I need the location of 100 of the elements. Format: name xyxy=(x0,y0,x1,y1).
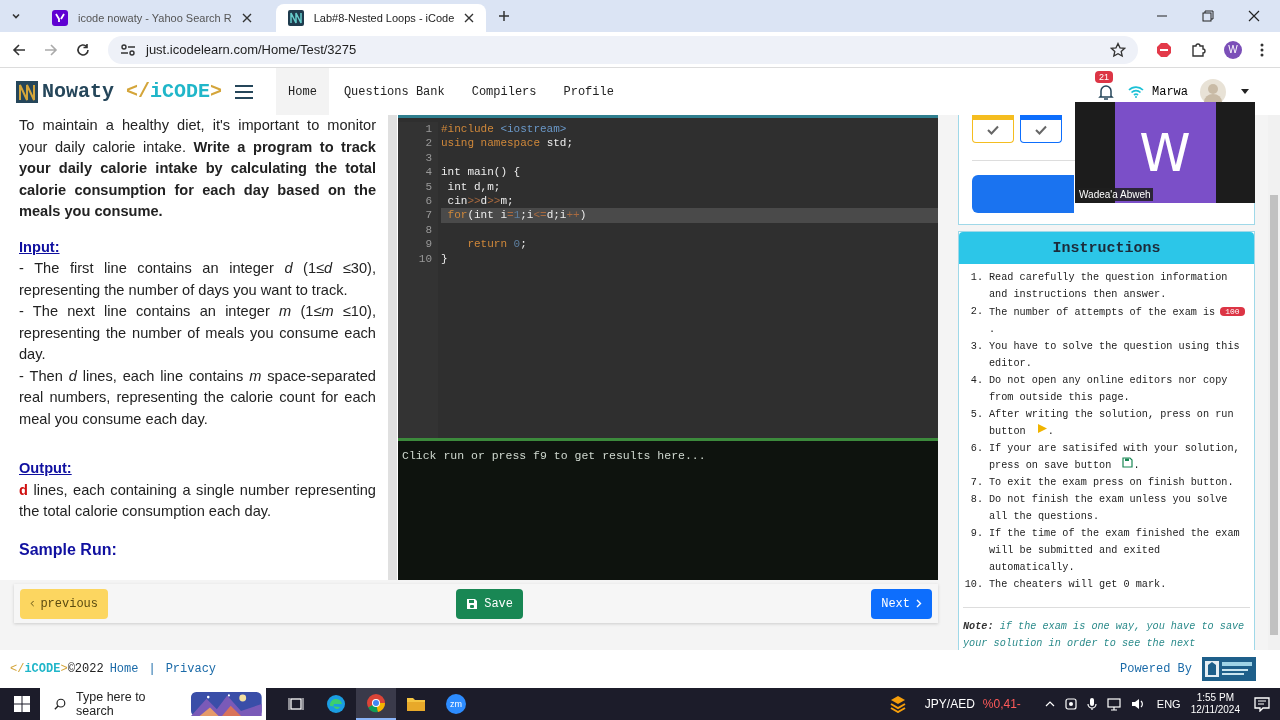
search-icon xyxy=(54,697,67,711)
line-number: 4 xyxy=(424,165,432,180)
list-number: 8. xyxy=(969,493,983,507)
line-number: 9 xyxy=(424,237,432,252)
instruction-text: . xyxy=(989,324,996,335)
chevron-up-icon[interactable] xyxy=(1044,701,1055,707)
speaker-icon[interactable] xyxy=(1130,697,1145,711)
check-icon xyxy=(987,125,999,135)
footer-link[interactable]: Privacy xyxy=(165,662,217,676)
question-text: - Then d lines, each line contains m space-separated real numbers, representing the calorie count for each meal you consume each day. xyxy=(19,366,376,429)
list-number: 10. xyxy=(963,578,983,592)
line-number: 2 xyxy=(424,136,432,151)
instruction-text: If your are satisifed with your solution, xyxy=(989,443,1240,454)
menu-icon[interactable] xyxy=(1260,42,1264,57)
section-heading: Output: xyxy=(19,459,72,478)
instruction-text: press on save button xyxy=(989,460,1112,471)
folder-icon xyxy=(406,696,426,712)
section-heading: Input: xyxy=(19,237,60,257)
extensions-icon[interactable] xyxy=(1190,41,1206,58)
restore-icon[interactable] xyxy=(1202,10,1214,22)
footer-copyright: </iCODE>©2022 xyxy=(10,662,104,676)
attempts-badge: 100 xyxy=(1220,307,1245,316)
nav-link[interactable]: Questions Bank xyxy=(331,68,457,115)
back-icon[interactable] xyxy=(12,42,26,57)
previous-button[interactable]: previous xyxy=(20,588,108,619)
footer-link[interactable]: Home xyxy=(109,662,139,676)
caret-icon[interactable] xyxy=(1240,88,1250,95)
avatar[interactable] xyxy=(1200,78,1226,105)
close-icon[interactable] xyxy=(241,13,252,23)
notification-icon[interactable] xyxy=(1254,696,1270,712)
instruction-text: . xyxy=(1047,426,1054,437)
code-line: cin>>d>>m; xyxy=(446,194,514,207)
check-icon xyxy=(1035,125,1047,135)
new-tab-icon[interactable] xyxy=(498,10,511,22)
instruction-text: You have to solve the question using this editor. xyxy=(989,341,1240,369)
windows-icon[interactable] xyxy=(14,696,30,712)
bell-icon[interactable] xyxy=(1098,82,1114,101)
yahoo-icon xyxy=(52,10,68,26)
instruction-text: button xyxy=(989,426,1026,437)
list-number: 4. xyxy=(969,374,983,388)
camera-icon[interactable] xyxy=(1064,697,1077,711)
reload-icon[interactable] xyxy=(76,42,90,57)
star-icon[interactable] xyxy=(1110,41,1126,58)
instruction-text: The number of attempts of the exam is xyxy=(989,307,1216,318)
question-tile[interactable] xyxy=(1020,115,1062,143)
note-text: Note: if the exam is one way, you have to save your solution in order to see the next xyxy=(963,621,1245,649)
save-button[interactable]: Save xyxy=(456,588,523,619)
question-text: d lines, each containing a single number representing the total calorie consumption each day. xyxy=(19,480,376,521)
browser-tab[interactable]: icode nowaty - Yahoo Search R xyxy=(40,4,264,32)
question-tile[interactable] xyxy=(972,115,1014,143)
network-icon[interactable] xyxy=(1106,697,1121,711)
instruction-text: Do not open any online editors nor copy from outside this page. xyxy=(989,375,1228,403)
stock-ticker[interactable]: JPY/AED xyxy=(924,697,975,711)
site-settings-icon[interactable] xyxy=(120,42,136,57)
logo-icon xyxy=(1202,657,1256,681)
code-line: for(int i=1;i<=d;i++) xyxy=(446,209,587,222)
profile-button[interactable]: W xyxy=(1224,40,1242,59)
nav-link[interactable]: Home xyxy=(276,68,329,115)
line-number: 1 xyxy=(424,122,432,137)
code-editor[interactable]: 1 2 3 4 5 6 7 8 9 10 #include <iostream> using namespace std; int main() { int d,m; cin>>d>>m; for(int i=1;i<=d;i++) return 0; } xyxy=(398,115,938,438)
line-number: 7 xyxy=(424,208,432,223)
menu-icon[interactable] xyxy=(234,83,255,100)
logo-icon[interactable] xyxy=(16,80,38,103)
clock-time: 1:55 PM xyxy=(1196,692,1234,704)
list-number: 3. xyxy=(969,340,983,354)
line-number: 8 xyxy=(424,222,432,238)
panel-title: Instructions xyxy=(1052,239,1161,257)
save-icon xyxy=(466,597,479,610)
taskbar-search-field[interactable]: Type here to search xyxy=(40,688,266,720)
browser-tab[interactable]: Lab#8-Nested Loops - iCode xyxy=(275,4,487,32)
close-icon[interactable] xyxy=(464,13,475,23)
chevron-left-icon xyxy=(30,599,35,608)
address-field[interactable]: just.icodelearn.com/Home/Test/3275 xyxy=(108,35,1138,64)
save-icon xyxy=(1122,457,1134,468)
user-name[interactable]: Marwa xyxy=(1152,84,1188,99)
clock-date: 12/11/2024 xyxy=(1190,704,1240,716)
language-indicator[interactable]: ENG xyxy=(1156,698,1181,710)
brand-name[interactable]: Nowaty </iCODE> xyxy=(42,80,223,103)
line-number: 6 xyxy=(424,194,432,209)
list-number: 6. xyxy=(969,442,983,456)
close-icon[interactable] xyxy=(1248,10,1260,22)
nav-link[interactable]: Compilers xyxy=(459,68,549,115)
wifi-icon xyxy=(1128,85,1144,98)
stock-icon xyxy=(888,695,907,713)
next-button[interactable]: Next xyxy=(871,588,932,619)
adblock-icon[interactable] xyxy=(1156,41,1172,58)
clock[interactable]: 1:55 PM 12/11/2024 xyxy=(1190,692,1240,716)
instruction-text: After writing the solution, press on run xyxy=(989,409,1234,420)
stock-change: %0,41- xyxy=(982,697,1021,711)
taskbar-app[interactable] xyxy=(356,688,396,720)
separator: | xyxy=(148,662,156,676)
microphone-icon[interactable] xyxy=(1086,697,1097,711)
section-heading: Sample Run: xyxy=(19,539,117,560)
list-number: 9. xyxy=(969,527,983,541)
task-view-icon xyxy=(288,696,304,712)
instruction-text: To exit the exam press on finish button. xyxy=(989,477,1234,488)
nav-link[interactable]: Profile xyxy=(551,68,626,115)
list-number: 1. xyxy=(969,271,983,285)
question-text: - The next line contains an integer m (1≤m ≤10), representing the number of meals you consume each day. xyxy=(19,302,376,364)
instruction-text: Do not finish the exam unless you solve all the questions. xyxy=(989,494,1228,522)
